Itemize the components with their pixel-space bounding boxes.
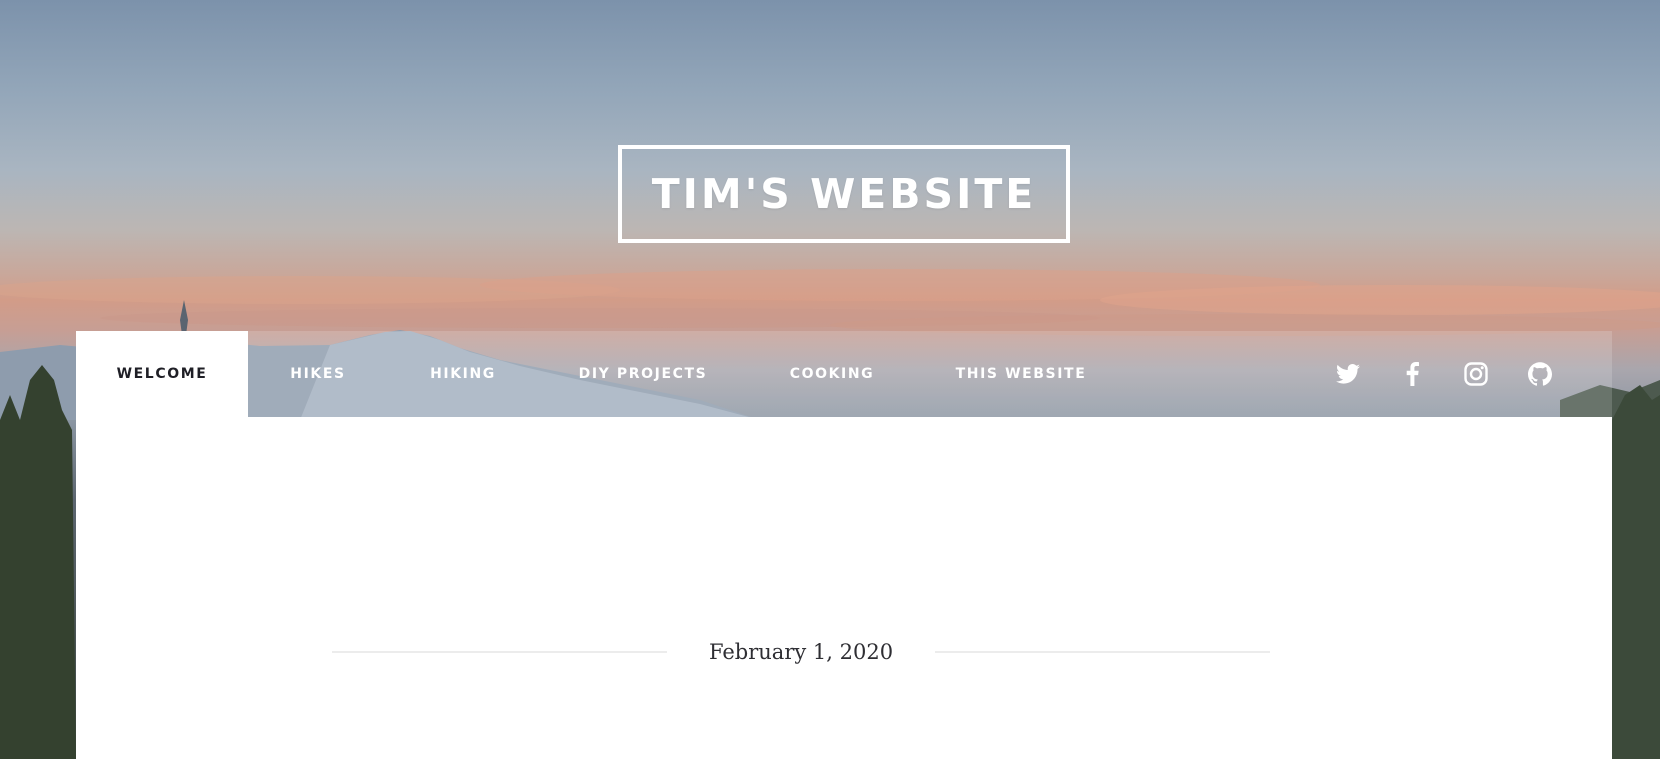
divider-left xyxy=(332,651,667,653)
nav-item-diy-projects[interactable]: DIY PROJECTS xyxy=(538,331,748,417)
post-date[interactable]: February 1, 2020 xyxy=(667,640,935,664)
social-links xyxy=(1316,331,1572,417)
nav-item-hiking[interactable]: HIKING xyxy=(388,331,538,417)
github-icon[interactable] xyxy=(1508,331,1572,417)
nav-item-welcome[interactable]: WELCOME xyxy=(76,331,248,417)
main-content: February 1, 2020 xyxy=(76,417,1612,759)
site-title[interactable]: TIM'S WEBSITE xyxy=(652,170,1037,218)
twitter-icon[interactable] xyxy=(1316,331,1380,417)
main-navigation: WELCOME HIKES HIKING DIY PROJECTS COOKIN… xyxy=(76,331,1612,417)
instagram-icon[interactable] xyxy=(1444,331,1508,417)
nav-item-hikes[interactable]: HIKES xyxy=(248,331,388,417)
divider-right xyxy=(935,651,1271,653)
post-date-row: February 1, 2020 xyxy=(332,637,1271,667)
nav-menu: WELCOME HIKES HIKING DIY PROJECTS COOKIN… xyxy=(76,331,1126,417)
nav-item-this-website[interactable]: THIS WEBSITE xyxy=(916,331,1126,417)
facebook-icon[interactable] xyxy=(1380,331,1444,417)
site-title-box[interactable]: TIM'S WEBSITE xyxy=(618,145,1070,243)
nav-item-cooking[interactable]: COOKING xyxy=(748,331,916,417)
